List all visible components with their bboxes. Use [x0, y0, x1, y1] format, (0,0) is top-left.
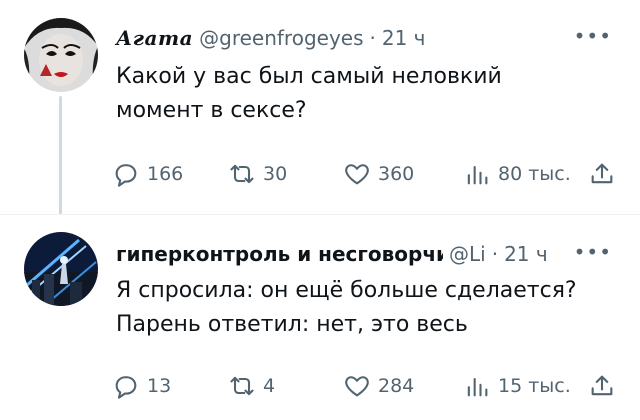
share-button[interactable]: [588, 372, 616, 400]
separator-dot: ·: [369, 26, 376, 50]
retweet-icon: [230, 376, 254, 396]
handle[interactable]: @greenfrogeyes: [199, 26, 363, 50]
analytics-icon: [467, 377, 488, 397]
avatar[interactable]: [24, 232, 98, 306]
tweet-text-line: момент в сексе?: [116, 98, 307, 123]
retweet-icon: [230, 164, 254, 184]
tweet-header: гиперконтроль и несговорчивость@Li·21 ч: [116, 242, 548, 266]
heart-icon: [345, 376, 369, 397]
retweet-button[interactable]: 4: [228, 372, 275, 400]
views-count: 80 тыс.: [498, 163, 571, 185]
reply-icon: [115, 376, 137, 399]
tweet-text: Я спросила: он ещё больше сделается? Пар…: [116, 274, 610, 342]
like-button[interactable]: 360: [343, 160, 414, 188]
reply-count: 13: [147, 375, 172, 397]
separator-dot: ·: [491, 242, 499, 266]
heart-icon: [345, 164, 369, 185]
reply-icon: [115, 164, 137, 187]
avatar[interactable]: [24, 18, 98, 92]
like-count: 284: [378, 375, 415, 397]
views-button[interactable]: 15 тыс.: [463, 372, 571, 400]
more-icon[interactable]: •••: [574, 240, 612, 264]
reply-button[interactable]: 13: [112, 372, 171, 400]
tweet-text-line: Парень ответил: нет, это весь: [116, 312, 468, 337]
share-icon: [591, 163, 613, 184]
tweet-text-line: Я спросила: он ещё больше сделается?: [116, 278, 577, 303]
display-name[interactable]: Агата: [116, 26, 193, 50]
tweet-text-line: Какой у вас был самый неловкий: [116, 64, 502, 89]
timestamp[interactable]: 21 ч: [504, 242, 548, 266]
action-bar: 13 4 284 15 тыс.: [112, 372, 616, 402]
tweet-2[interactable]: гиперконтроль и несговорчивость@Li·21 ч …: [0, 215, 640, 420]
action-bar: 166 30 360 80 тыс.: [112, 160, 616, 190]
tweet-1[interactable]: Агата @greenfrogeyes · 21 ч ••• Какой у вас…: [0, 0, 640, 215]
tweet-header: Агата @greenfrogeyes · 21 ч: [116, 26, 426, 50]
analytics-icon: [467, 165, 488, 185]
timestamp[interactable]: 21 ч: [382, 26, 426, 50]
reply-count: 166: [147, 163, 184, 185]
handle[interactable]: @Li: [449, 242, 486, 266]
tweet-text: Какой у вас был самый неловкий момент в …: [116, 60, 610, 128]
retweet-count: 4: [263, 375, 276, 397]
reply-button[interactable]: 166: [112, 160, 183, 188]
retweet-button[interactable]: 30: [228, 160, 287, 188]
thread-line: [59, 96, 62, 215]
views-count: 15 тыс.: [498, 375, 571, 397]
share-button[interactable]: [588, 160, 616, 188]
retweet-count: 30: [263, 163, 288, 185]
like-count: 360: [378, 163, 415, 185]
share-icon: [591, 375, 613, 396]
like-button[interactable]: 284: [343, 372, 414, 400]
display-name[interactable]: гиперконтроль и несговорчивость: [116, 242, 443, 266]
views-button[interactable]: 80 тыс.: [463, 160, 571, 188]
more-icon[interactable]: •••: [574, 24, 612, 48]
